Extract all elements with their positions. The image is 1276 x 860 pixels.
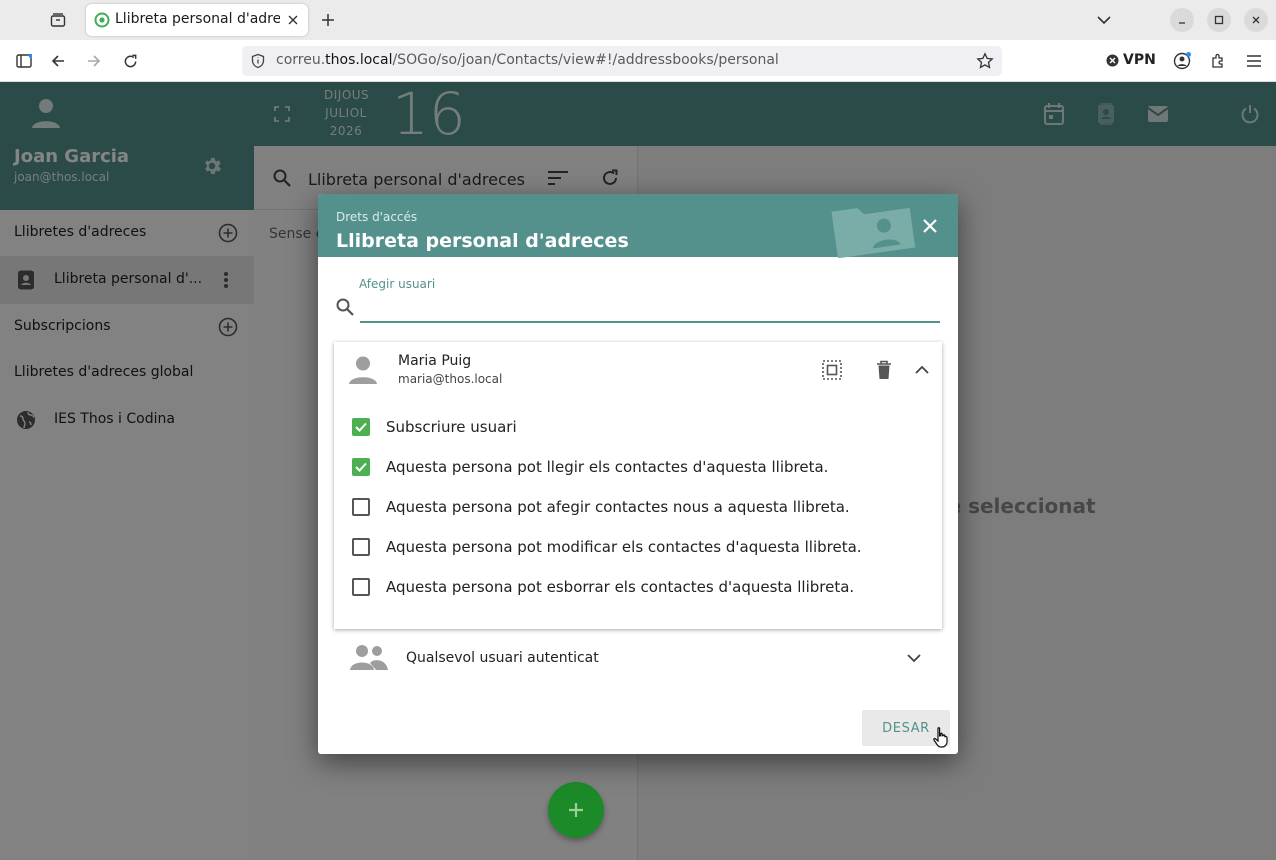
vpn-button[interactable]: VPN [1106, 52, 1156, 68]
access-rights-dialog: Drets d'accés Llibreta personal d'adrece… [318, 194, 958, 754]
add-contact-fab[interactable] [548, 782, 604, 838]
account-icon[interactable] [1170, 49, 1194, 73]
extensions-icon[interactable] [1206, 49, 1230, 73]
url-text: correu.thos.local/SOGo/so/joan/Contacts/… [276, 52, 779, 68]
user-avatar-icon [348, 356, 378, 384]
url-domain: thos.local [325, 52, 393, 68]
browser-tab-active[interactable]: Llibreta personal d'adreces [86, 4, 308, 36]
url-path: /SOGo/so/joan/Contacts/view#!/addressboo… [392, 52, 779, 68]
vpn-label: VPN [1123, 52, 1156, 68]
checkbox-create[interactable] [352, 498, 370, 516]
expand-chevron-icon[interactable] [902, 646, 926, 670]
dialog-title: Llibreta personal d'adreces [336, 230, 629, 252]
group-users-icon [350, 644, 388, 670]
sogo-favicon-icon [94, 12, 110, 28]
site-info-icon[interactable] [250, 53, 266, 69]
any-authenticated-user-label[interactable]: Qualsevol usuari autenticat [406, 650, 599, 666]
collapse-chevron-icon[interactable] [910, 358, 934, 382]
forward-arrow-icon[interactable] [82, 49, 106, 73]
tab-close-icon[interactable] [284, 11, 302, 29]
add-user-label: Afegir usuari [359, 277, 436, 291]
permission-label: Aquesta persona pot esborrar els contact… [386, 578, 855, 596]
user-rights-card: Maria Puig maria@thos.local Subscriure u… [334, 342, 942, 629]
url-prefix: correu. [276, 52, 326, 68]
url-bar[interactable]: correu.thos.local/SOGo/so/joan/Contacts/… [242, 46, 1002, 76]
new-tab-icon[interactable] [316, 8, 340, 32]
tab-title: Llibreta personal d'adreces [115, 11, 280, 27]
menu-hamburger-icon[interactable] [1242, 49, 1266, 73]
checkbox-view[interactable] [352, 458, 370, 476]
maximize-icon[interactable] [1207, 8, 1231, 32]
tab-overview-icon[interactable] [46, 8, 70, 32]
reload-icon[interactable] [118, 49, 142, 73]
permission-create[interactable]: Aquesta persona pot afegir contactes nou… [352, 495, 850, 519]
dialog-close-icon[interactable] [916, 212, 944, 240]
mouse-cursor-icon [932, 726, 950, 748]
acl-user-name: Maria Puig [398, 353, 472, 369]
acl-user-email: maria@thos.local [398, 372, 503, 386]
permission-view[interactable]: Aquesta persona pot llegir els contactes… [352, 455, 828, 479]
add-user-input[interactable] [360, 297, 940, 323]
dialog-subtitle: Drets d'accés [336, 210, 418, 224]
permission-label: Aquesta persona pot modificar els contac… [386, 538, 862, 556]
browser-tab-bar: Llibreta personal d'adreces [0, 0, 1276, 40]
vpn-status-icon [1106, 54, 1119, 66]
select-all-icon[interactable] [820, 358, 844, 382]
browser-nav-bar: correu.thos.local/SOGo/so/joan/Contacts/… [0, 40, 1276, 82]
contact-folder-watermark-icon [826, 196, 922, 258]
tab-list-chevron-icon[interactable] [1092, 8, 1116, 32]
plus-icon [569, 803, 583, 817]
add-user-search-icon [336, 298, 354, 316]
checkbox-subscribe[interactable] [352, 418, 370, 436]
dialog-header: Drets d'accés Llibreta personal d'adrece… [318, 194, 958, 258]
permission-label: Subscriure usuari [386, 418, 517, 436]
permission-label: Aquesta persona pot llegir els contactes… [386, 458, 829, 476]
checkbox-delete[interactable] [352, 578, 370, 596]
sidebar-toggle-icon[interactable] [12, 49, 36, 73]
back-arrow-icon[interactable] [46, 49, 70, 73]
permission-edit[interactable]: Aquesta persona pot modificar els contac… [352, 535, 862, 559]
permission-delete[interactable]: Aquesta persona pot esborrar els contact… [352, 575, 854, 599]
checkbox-edit[interactable] [352, 538, 370, 556]
window-close-icon[interactable] [1244, 8, 1268, 32]
permission-subscribe[interactable]: Subscriure usuari [352, 415, 517, 439]
permission-label: Aquesta persona pot afegir contactes nou… [386, 498, 850, 516]
delete-trash-icon[interactable] [872, 358, 896, 382]
bookmark-star-icon[interactable] [976, 52, 994, 70]
minimize-icon[interactable] [1170, 8, 1194, 32]
